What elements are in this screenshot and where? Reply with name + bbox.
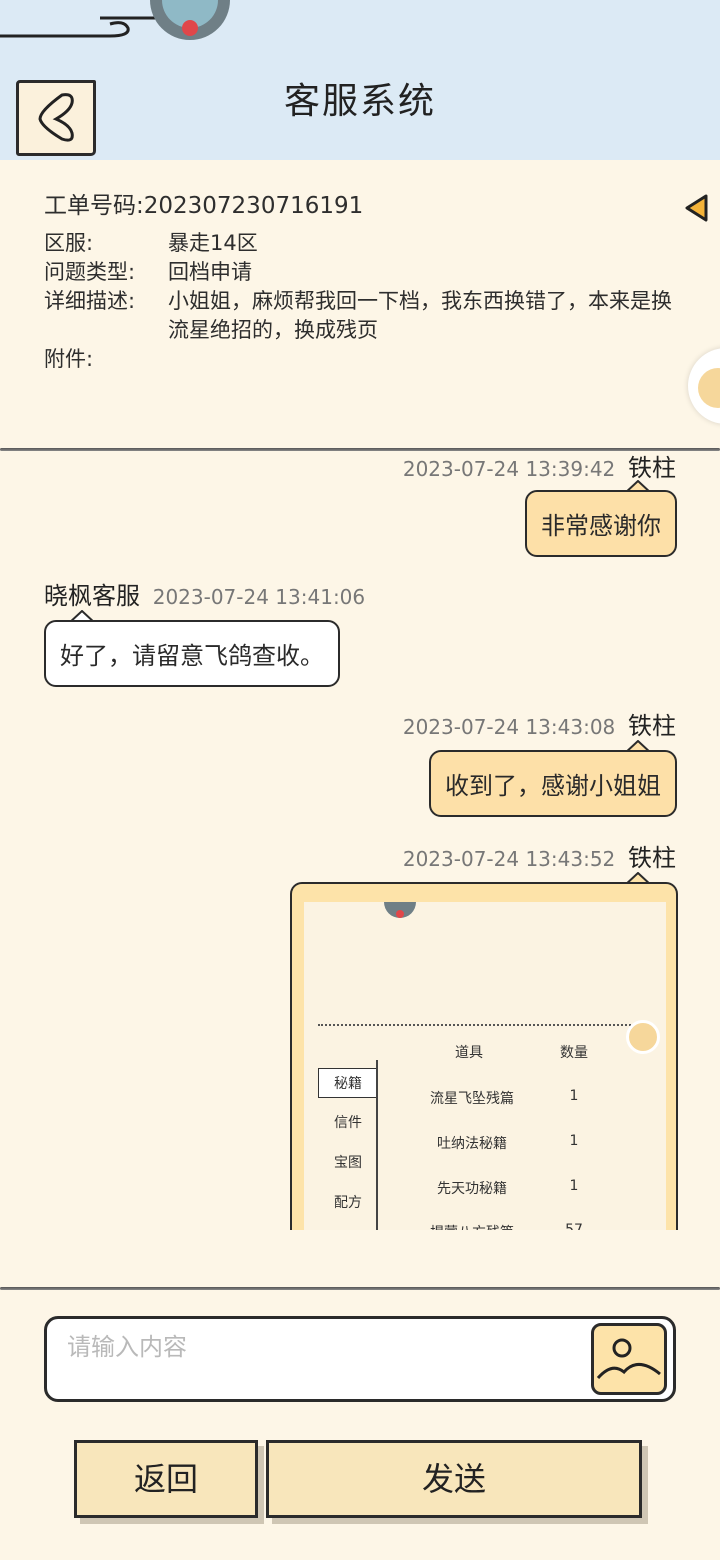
- ticket-value: 回档申请: [168, 260, 252, 284]
- ticket-value: 暴走14区: [168, 231, 258, 255]
- message-composer: [44, 1316, 676, 1402]
- preview-tab: 秘籍: [318, 1068, 378, 1098]
- return-button[interactable]: 返回: [74, 1440, 258, 1518]
- chat-list[interactable]: 2023-07-24 13:39:42 铁柱 非常感谢你 晓枫客服 2023-0…: [0, 452, 720, 1230]
- preview-deco-icon: [384, 902, 416, 918]
- preview-item-name: 吐纳法秘籍: [437, 1136, 507, 1152]
- ticket-value: 小姐姐，麻烦帮我回一下档，我东西换错了，本来是换流星绝招的，换成残页: [168, 289, 672, 342]
- sender-name: 铁柱: [628, 454, 676, 482]
- image-icon: [596, 1338, 661, 1380]
- sender-name: 铁柱: [628, 844, 676, 872]
- message-meta: 2023-07-24 13:39:42 铁柱: [403, 452, 676, 483]
- image-upload-button[interactable]: [591, 1323, 667, 1395]
- ticket-number: 202307230716191: [143, 193, 364, 219]
- preview-tab: 信件: [334, 1115, 362, 1131]
- preview-col-header: 道具: [455, 1045, 483, 1061]
- preview-item-qty: 1: [569, 1088, 579, 1104]
- preview-divider: [318, 1024, 634, 1026]
- ticket-info: 工单号码:202307230716191 区服: 暴走14区 问题类型: 回档申…: [44, 192, 684, 374]
- ticket-row-description: 详细描述: 小姐姐，麻烦帮我回一下档，我东西换错了，本来是换流星绝招的，换成残页: [44, 287, 684, 345]
- ticket-row-server: 区服: 暴走14区: [44, 229, 684, 258]
- message-meta: 2023-07-24 13:43:52 铁柱: [403, 838, 676, 873]
- back-arrow-icon: [38, 93, 74, 142]
- assistant-icon: [698, 368, 720, 408]
- ticket-number-row: 工单号码:202307230716191: [44, 192, 684, 221]
- cloud-decoration: [0, 0, 230, 40]
- ticket-value: [168, 345, 684, 374]
- screenshot-preview: 道具 数量 秘籍 信件 宝图 配方 流星飞坠残篇 1 吐纳法秘籍 1 先天功秘籍…: [304, 902, 666, 1230]
- ticket-key: 问题类型:: [44, 260, 136, 284]
- message-meta: 晓枫客服 2023-07-24 13:41:06: [44, 576, 365, 611]
- sender-name: 铁柱: [628, 712, 676, 740]
- send-button[interactable]: 发送: [266, 1440, 642, 1518]
- preview-col-header: 数量: [560, 1045, 588, 1061]
- message-bubble[interactable]: 非常感谢你: [525, 490, 677, 557]
- ticket-row-attachment: 附件:: [44, 345, 684, 374]
- preview-assistant-icon: [626, 1020, 660, 1054]
- message-meta: 2023-07-24 13:43:08 铁柱: [403, 706, 676, 741]
- collapse-arrow-icon[interactable]: [684, 194, 710, 222]
- preview-tab: 宝图: [334, 1155, 362, 1171]
- ticket-number-label: 工单号码:: [44, 193, 144, 219]
- preview-vline: [376, 1060, 378, 1230]
- preview-item-qty: 57: [565, 1222, 583, 1230]
- message-bubble[interactable]: 好了，请留意飞鸽查收。: [44, 620, 340, 687]
- preview-item-qty: 1: [569, 1178, 579, 1194]
- back-arrow-button[interactable]: [16, 80, 96, 156]
- divider-bottom: [0, 1287, 720, 1290]
- message-time: 2023-07-24 13:43:52: [402, 847, 616, 871]
- preview-item-qty: 1: [569, 1133, 579, 1149]
- message-input[interactable]: [67, 1327, 567, 1367]
- sender-name: 晓枫客服: [44, 582, 140, 610]
- ticket-key: 附件:: [44, 347, 94, 371]
- message-time: 2023-07-24 13:41:06: [152, 585, 366, 609]
- preview-item-name: 流星飞坠残篇: [430, 1091, 514, 1107]
- ticket-key: 区服:: [44, 231, 94, 255]
- divider-top: [0, 448, 720, 451]
- page-title: 客服系统: [283, 81, 436, 122]
- message-time: 2023-07-24 13:43:08: [402, 715, 616, 739]
- preview-item-name: 先天功秘籍: [437, 1181, 507, 1197]
- ticket-row-type: 问题类型: 回档申请: [44, 258, 684, 287]
- ticket-key: 详细描述:: [44, 289, 136, 313]
- preview-item-name: 揭蒙八方残篇: [404, 1222, 540, 1230]
- preview-tab: 配方: [334, 1195, 362, 1211]
- header-bar: 客服系统: [0, 0, 720, 160]
- floating-assistant-button[interactable]: [688, 348, 720, 424]
- message-time: 2023-07-24 13:39:42: [402, 457, 616, 481]
- image-message[interactable]: 道具 数量 秘籍 信件 宝图 配方 流星飞坠残篇 1 吐纳法秘籍 1 先天功秘籍…: [290, 882, 678, 1230]
- message-bubble[interactable]: 收到了，感谢小姐姐: [429, 750, 677, 817]
